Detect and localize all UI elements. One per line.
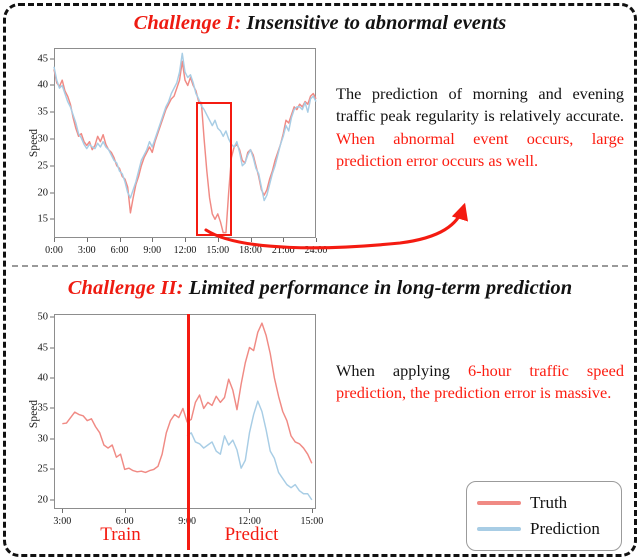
legend: Truth Prediction bbox=[466, 481, 622, 551]
panel-title-challenge-1: Challenge I: Insensitive to abnormal eve… bbox=[0, 12, 640, 35]
annotation-challenge-1: The prediction of morning and evening tr… bbox=[336, 83, 624, 173]
challenge-2-prefix: Challenge II: bbox=[67, 277, 184, 299]
legend-swatch-prediction-icon bbox=[477, 527, 521, 531]
legend-swatch-truth-icon bbox=[477, 501, 521, 505]
challenge-1-prefix: Challenge I: bbox=[133, 12, 242, 34]
panel-title-challenge-2: Challenge II: Limited performance in lon… bbox=[0, 277, 640, 300]
annotation-challenge-2: When applying 6-hour traffic speed predi… bbox=[336, 360, 624, 405]
annotation-2-black: When applying bbox=[336, 361, 468, 380]
panel-divider bbox=[12, 265, 628, 267]
legend-label-truth: Truth bbox=[530, 493, 568, 512]
challenge-2-title-text: Limited performance in long-term predict… bbox=[183, 277, 573, 299]
train-predict-split-line bbox=[187, 314, 191, 550]
chart-2-series-layer bbox=[62, 322, 313, 501]
legend-item-truth: Truth bbox=[477, 491, 611, 515]
chart-1-series-layer bbox=[53, 52, 317, 234]
legend-label-prediction: Prediction bbox=[530, 519, 600, 538]
predict-label: Predict bbox=[224, 524, 279, 545]
annotation-1-black: The prediction of morning and evening tr… bbox=[336, 84, 624, 126]
series-line-prediction bbox=[186, 400, 313, 501]
figure-root: Challenge I: Insensitive to abnormal eve… bbox=[0, 0, 640, 560]
abnormal-event-highlight-box bbox=[195, 102, 232, 237]
challenge-1-title-text: Insensitive to abnormal events bbox=[241, 12, 507, 34]
legend-item-prediction: Prediction bbox=[477, 517, 611, 541]
chart-daily-speed: Speed 15 20 25 30 35 40 45 0:00 3:00 6:00 9:00 12:0… bbox=[16, 42, 327, 257]
annotation-1-red: When abnormal event occurs, large predic… bbox=[336, 128, 624, 171]
train-label: Train bbox=[100, 524, 141, 545]
chart-longterm-speed: Speed 20 25 30 35 40 45 50 3:00 6:00 9:00 12:00 15:… bbox=[16, 310, 326, 555]
